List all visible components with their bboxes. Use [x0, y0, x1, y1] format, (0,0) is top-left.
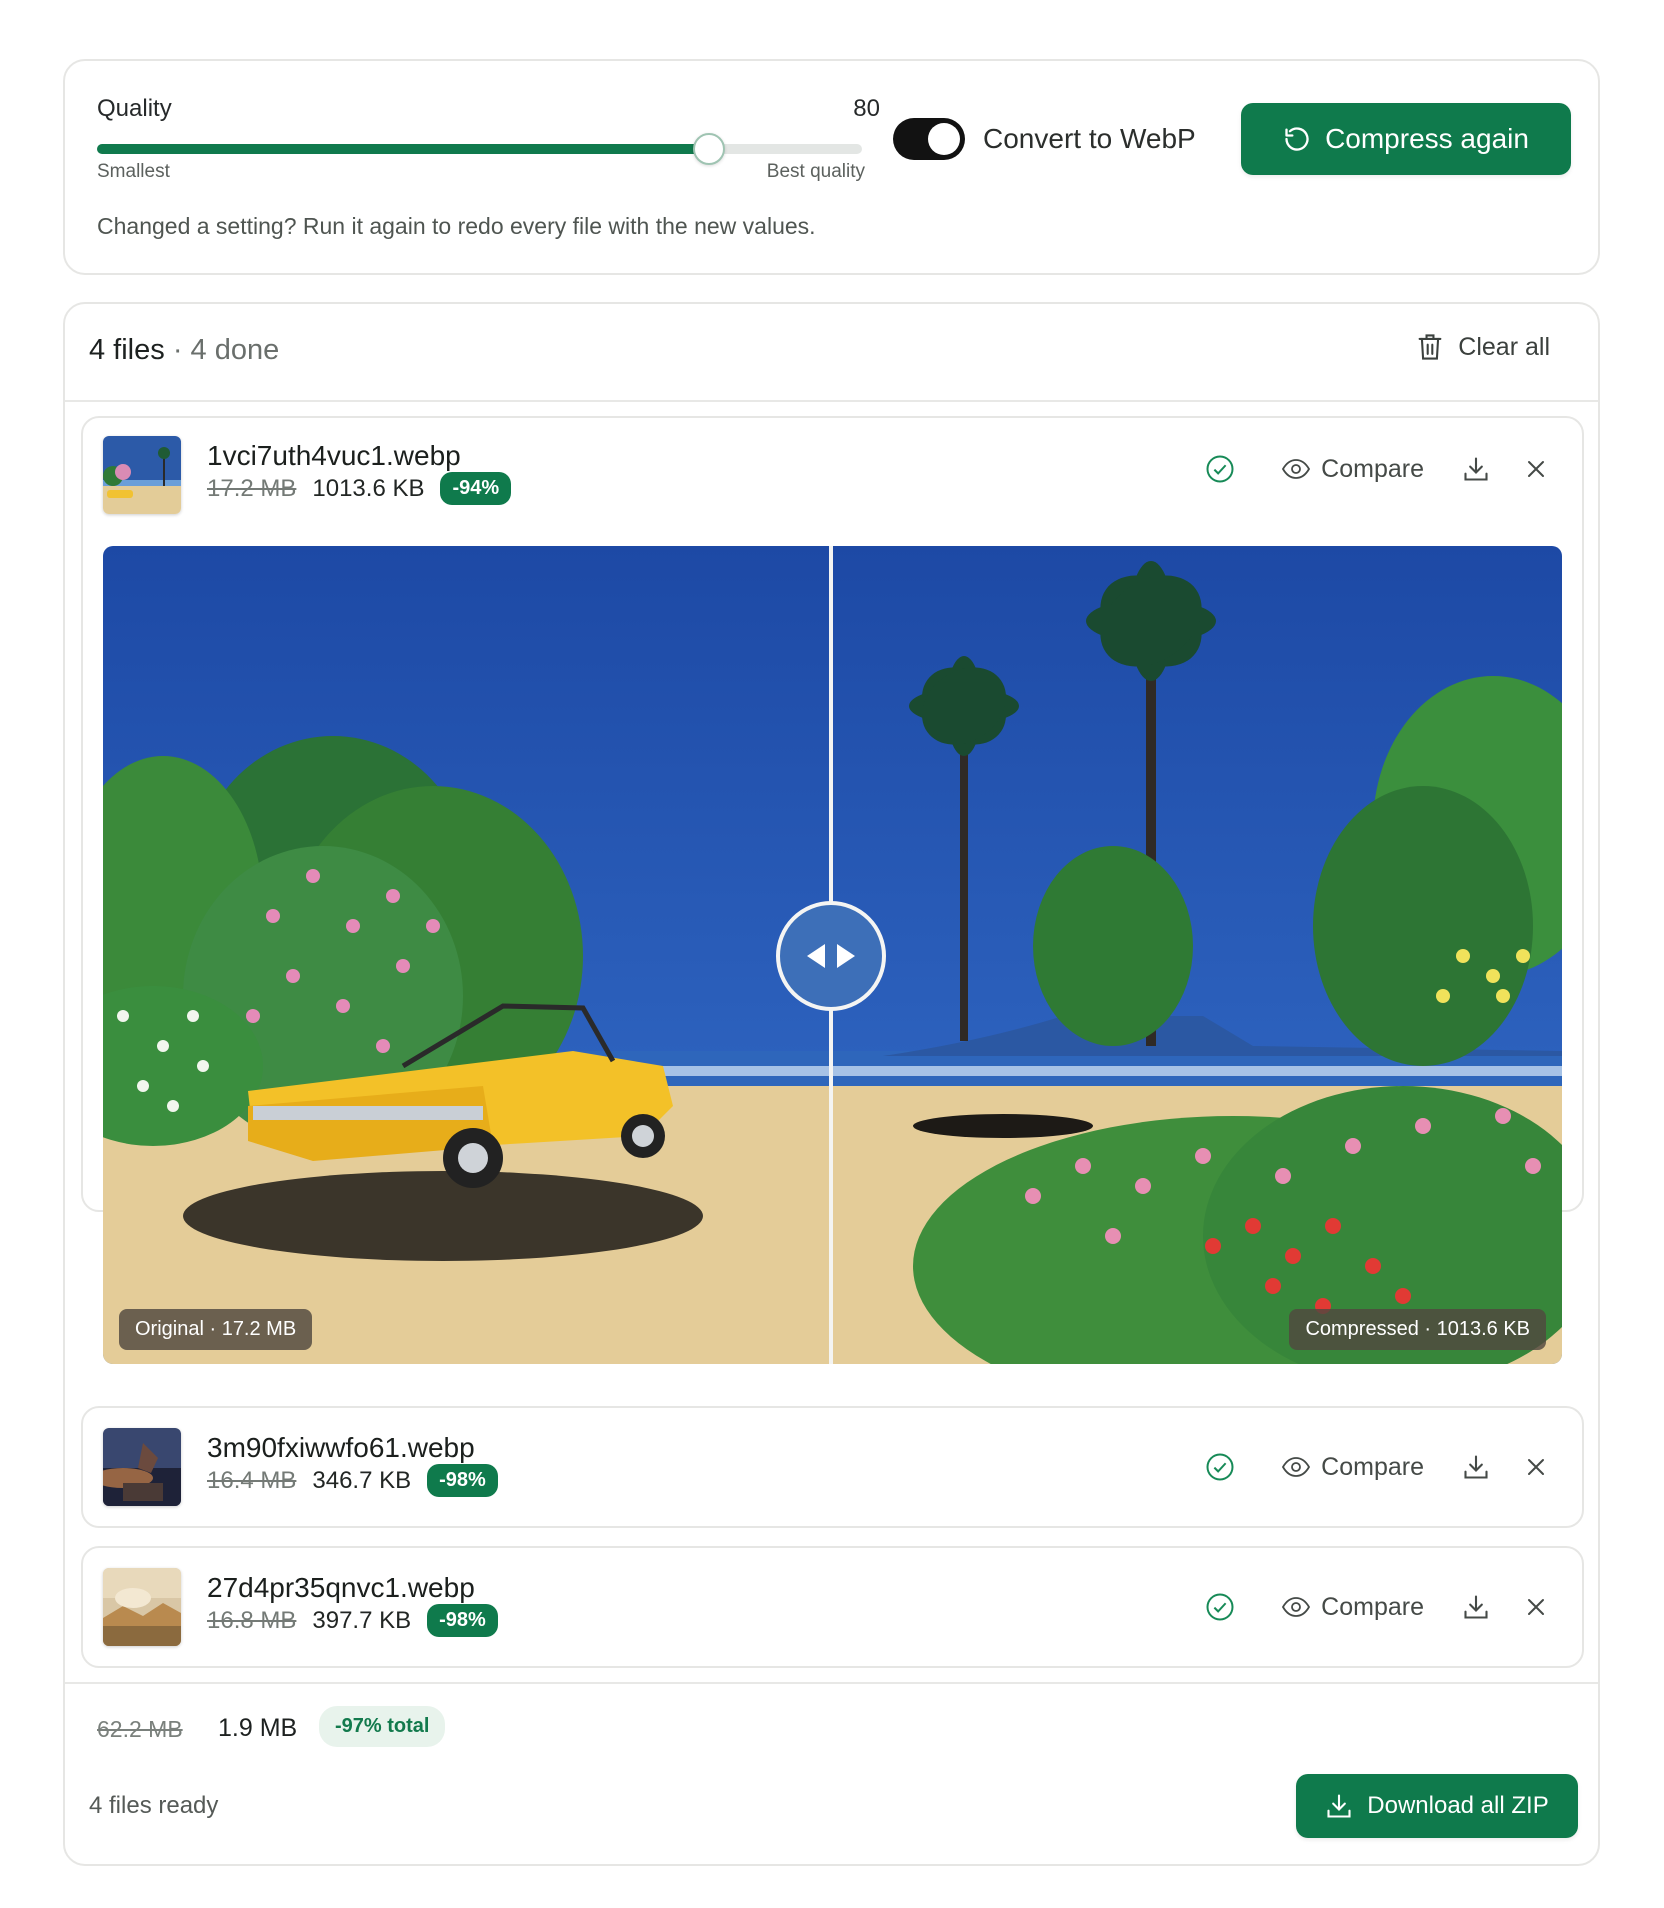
file-item: 27d4pr35qnvc1.webp 16.8 MB 397.7 KB -98%… — [81, 1546, 1584, 1668]
download-icon — [1325, 1792, 1353, 1820]
files-summary: 4 files · 4 done — [89, 334, 279, 367]
slider-fill — [97, 144, 709, 154]
saving-badge: -98% — [427, 1464, 498, 1497]
file-thumbnail[interactable] — [103, 436, 181, 514]
compressed-size: 397.7 KB — [312, 1606, 412, 1634]
compare-label: Compare — [1321, 1452, 1424, 1481]
compare-label: Compare — [1321, 454, 1424, 483]
file-thumbnail[interactable] — [103, 1428, 181, 1506]
compare-label: Compare — [1321, 1592, 1424, 1621]
compare-handle[interactable] — [776, 901, 886, 1011]
download-icon[interactable] — [1462, 1593, 1490, 1621]
file-sizes: 16.4 MB 346.7 KB -98% — [207, 1464, 498, 1497]
file-actions: Compare — [1205, 454, 1548, 484]
refresh-icon — [1283, 125, 1311, 153]
files-count: 4 files — [89, 334, 165, 366]
files-panel: 4 files · 4 done Clear all 1vci7uth4vuc1… — [63, 302, 1600, 1866]
file-item: 3m90fxiwwfo61.webp 16.4 MB 346.7 KB -98%… — [81, 1406, 1584, 1528]
close-icon[interactable] — [1524, 1455, 1548, 1479]
files-separator: · — [164, 334, 191, 366]
total-compressed-size: 1.9 MB — [218, 1714, 298, 1742]
download-icon[interactable] — [1462, 1453, 1490, 1481]
compare-viewer[interactable]: Original · 17.2 MB Compressed · 1013.6 K… — [103, 546, 1562, 1364]
compare-button[interactable]: Compare — [1281, 1453, 1424, 1482]
download-icon[interactable] — [1462, 455, 1490, 483]
files-header: 4 files · 4 done Clear all — [65, 304, 1598, 402]
compare-button[interactable]: Compare — [1281, 455, 1424, 484]
check-circle-icon — [1205, 1592, 1235, 1622]
check-circle-icon — [1205, 454, 1235, 484]
compressed-tag: Compressed · 1013.6 KB — [1289, 1309, 1546, 1350]
files-ready-label: 4 files ready — [89, 1792, 219, 1819]
total-original-size: 62.2 MB — [97, 1716, 183, 1742]
check-circle-icon — [1205, 1452, 1235, 1482]
slider-min-label: Smallest — [97, 161, 170, 182]
compare-button[interactable]: Compare — [1281, 1593, 1424, 1622]
download-zip-label: Download all ZIP — [1367, 1792, 1549, 1819]
file-sizes: 16.8 MB 397.7 KB -98% — [207, 1604, 498, 1637]
original-size: 17.2 MB — [207, 474, 297, 502]
arrows-left-right-icon — [803, 941, 859, 971]
original-size: 16.8 MB — [207, 1606, 297, 1634]
compressed-size: 346.7 KB — [312, 1466, 412, 1494]
file-sizes: 17.2 MB 1013.6 KB -94% — [207, 472, 512, 505]
close-icon[interactable] — [1524, 457, 1548, 481]
file-actions: Compare — [1205, 1452, 1548, 1482]
quality-value: 80 — [853, 95, 880, 122]
close-icon[interactable] — [1524, 1595, 1548, 1619]
quality-slider[interactable] — [97, 133, 862, 165]
trash-icon — [1416, 332, 1444, 362]
compress-again-button[interactable]: Compress again — [1241, 103, 1571, 175]
saving-badge: -94% — [440, 472, 512, 505]
webp-toggle-label: Convert to WebP — [983, 123, 1196, 154]
eye-icon — [1281, 458, 1311, 480]
original-tag: Original · 17.2 MB — [119, 1309, 313, 1350]
quality-label: Quality — [97, 95, 172, 122]
settings-hint: Changed a setting? Run it again to redo … — [97, 213, 816, 239]
files-done-count: 4 done — [190, 334, 280, 366]
eye-icon — [1281, 1456, 1311, 1478]
download-zip-button[interactable]: Download all ZIP — [1296, 1774, 1578, 1838]
slider-max-label: Best quality — [766, 161, 865, 182]
file-name: 3m90fxiwwfo61.webp — [207, 1432, 475, 1463]
compress-again-label: Compress again — [1325, 123, 1529, 154]
total-saving-badge: -97% total — [319, 1706, 446, 1747]
eye-icon — [1281, 1596, 1311, 1618]
file-name: 27d4pr35qnvc1.webp — [207, 1572, 475, 1603]
file-actions: Compare — [1205, 1592, 1548, 1622]
saving-badge: -98% — [427, 1604, 498, 1637]
compressed-size: 1013.6 KB — [312, 474, 425, 502]
webp-toggle[interactable] — [893, 118, 965, 160]
original-size: 16.4 MB — [207, 1466, 297, 1494]
clear-all-button[interactable]: Clear all — [1416, 332, 1550, 362]
file-thumbnail[interactable] — [103, 1568, 181, 1646]
file-name: 1vci7uth4vuc1.webp — [207, 440, 461, 471]
clear-all-label: Clear all — [1458, 332, 1550, 361]
settings-panel: Quality 80 Smallest Best quality Changed… — [63, 59, 1600, 275]
toggle-knob — [928, 123, 960, 155]
footer-divider — [65, 1682, 1598, 1684]
file-item: 1vci7uth4vuc1.webp 17.2 MB 1013.6 KB -94… — [81, 416, 1584, 1364]
